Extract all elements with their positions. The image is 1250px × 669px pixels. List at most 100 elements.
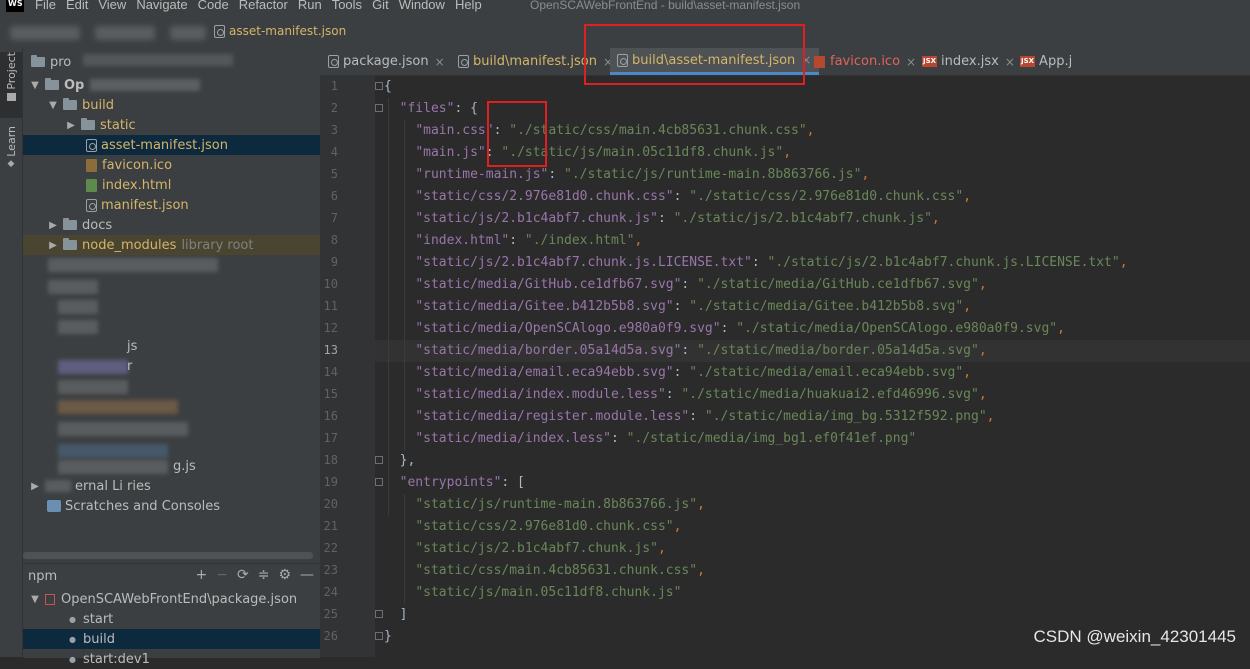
tree-row-manifest[interactable]: manifest.json	[23, 195, 320, 215]
line-number: 7	[330, 211, 338, 225]
line-number: 12	[323, 321, 338, 335]
tool-window-strip: Project Learn ◆	[0, 48, 23, 657]
tab-index-jsx[interactable]: JSX index.jsx ×	[922, 48, 1015, 75]
chevron-right-icon[interactable]: ▶	[65, 120, 77, 131]
gear-icon[interactable]: ⚙	[278, 567, 291, 583]
collapse-icon[interactable]: ≑	[258, 567, 270, 583]
menu-edit[interactable]: Edit	[66, 0, 88, 13]
tab-label: App.j	[1039, 54, 1073, 69]
npm-script-start[interactable]: ● start	[23, 609, 320, 629]
npm-script-label: start:dev1	[82, 651, 150, 667]
project-tool-tab[interactable]: Project	[0, 52, 22, 118]
npm-script-start-dev1[interactable]: ● start:dev1	[23, 649, 320, 669]
menu-file[interactable]: File	[35, 0, 56, 13]
tab-app-jsx[interactable]: JSX App.j	[1020, 48, 1072, 75]
close-icon[interactable]: ×	[435, 55, 445, 69]
close-icon[interactable]: ×	[1005, 55, 1015, 69]
menu-code[interactable]: Code	[198, 0, 229, 13]
tab-favicon[interactable]: favicon.ico ×	[814, 48, 916, 75]
tree-label: index.html	[102, 177, 172, 193]
project-horizontal-scrollbar[interactable]	[23, 552, 313, 559]
line-number: 2	[330, 101, 338, 115]
menu-bar: WS File Edit View Navigate Code Refactor…	[0, 0, 1250, 14]
tree-label: favicon.ico	[102, 157, 173, 173]
tree-label: asset-manifest.json	[101, 137, 228, 153]
tree-row-scratches[interactable]: Scratches and Consoles	[23, 496, 320, 516]
fold-marker-icon[interactable]	[375, 456, 383, 464]
chevron-right-icon[interactable]: ▶	[47, 220, 59, 231]
tree-row-js[interactable]: js	[127, 336, 187, 356]
npm-package-row[interactable]: ▼ OpenSCAWebFrontEnd\package.json	[23, 589, 320, 609]
code-line: "static/media/border.05a14d5a.svg": "./s…	[384, 340, 986, 362]
tree-row-node-modules[interactable]: ▶ node_modules library root	[23, 235, 320, 255]
code-token: "static/js/2.b1c4abf7.chunk.js"	[415, 211, 658, 226]
tree-row-asset-manifest[interactable]: asset-manifest.json	[23, 135, 320, 155]
tab-label: build\manifest.json	[473, 54, 597, 69]
tree-label: node_modules	[82, 237, 177, 253]
tree-row-g-js[interactable]: g.js	[173, 456, 233, 476]
jsx-file-icon: JSX	[922, 56, 938, 67]
code-token: ,	[697, 563, 705, 578]
line-number: 16	[323, 409, 338, 423]
fold-marker-icon[interactable]	[375, 82, 383, 90]
tree-row-docs[interactable]: ▶ docs	[23, 215, 320, 235]
code-line: "static/js/main.05c11df8.chunk.js"	[384, 582, 681, 604]
menu-git[interactable]: Git	[372, 0, 389, 13]
menu-navigate[interactable]: Navigate	[136, 0, 187, 13]
add-icon[interactable]: +	[196, 567, 208, 583]
menu-view[interactable]: View	[98, 0, 126, 13]
menu-refactor[interactable]: Refactor	[239, 0, 288, 13]
tab-package-json[interactable]: package.json ×	[328, 48, 445, 75]
fold-marker-icon[interactable]	[375, 632, 383, 640]
remove-icon[interactable]: −	[216, 567, 228, 583]
npm-package-icon	[45, 593, 55, 605]
chevron-down-icon[interactable]: ▼	[47, 100, 59, 111]
code-token: :	[689, 409, 705, 424]
tree-row-favicon[interactable]: favicon.ico	[23, 155, 320, 175]
tree-row-build[interactable]: ▼ build	[23, 95, 320, 115]
code-token: "runtime-main.js"	[415, 167, 549, 182]
line-number: 17	[323, 431, 338, 445]
json-file-icon	[86, 138, 97, 152]
code-token: "./static/media/border.05a14d5a.svg"	[697, 343, 979, 358]
code-token: "./static/media/huakuai2.efd46996.svg"	[681, 387, 979, 402]
menu-run[interactable]: Run	[298, 0, 322, 13]
breadcrumb-file[interactable]: asset-manifest.json	[229, 24, 346, 38]
chevron-right-icon[interactable]: ▶	[47, 240, 59, 251]
tree-row-external-libraries[interactable]: ▶ ernal Li ries	[23, 476, 320, 496]
menu-tools[interactable]: Tools	[332, 0, 362, 13]
tree-row-static[interactable]: ▶ static	[23, 115, 320, 135]
tree-row-index-html[interactable]: index.html	[23, 175, 320, 195]
blurred-area	[58, 360, 128, 374]
tree-row-root-pro[interactable]: pro	[23, 52, 320, 72]
minimize-icon[interactable]: —	[300, 567, 314, 583]
chevron-right-icon[interactable]: ▶	[29, 481, 41, 492]
chevron-down-icon[interactable]: ▼	[29, 594, 41, 605]
npm-script-build[interactable]: ● build	[23, 629, 320, 649]
menu-help[interactable]: Help	[455, 0, 482, 13]
learn-tool-tab[interactable]: Learn ◆	[0, 126, 22, 178]
chevron-down-icon[interactable]: ▼	[29, 80, 41, 91]
tree-row-r[interactable]: r	[127, 356, 187, 376]
tab-label: favicon.ico	[830, 54, 901, 69]
code-token: :	[509, 233, 525, 248]
breadcrumb[interactable]: asset-manifest.json	[214, 24, 346, 38]
menu-window[interactable]: Window	[399, 0, 445, 13]
close-icon[interactable]: ×	[906, 55, 916, 69]
line-number: 14	[323, 365, 338, 379]
code-token: "./static/css/main.4cb85631.chunk.css"	[509, 123, 807, 138]
code-token: "./static/media/GitHub.ce1dfb67.svg"	[697, 277, 979, 292]
fold-marker-icon[interactable]	[375, 104, 383, 112]
blurred-area	[90, 79, 201, 91]
npm-header: npm + − ⟳ ≑ ⚙ —	[23, 564, 320, 588]
fold-marker-icon[interactable]	[375, 478, 383, 486]
refresh-icon[interactable]: ⟳	[237, 567, 249, 583]
tree-row-root[interactable]: ▼ Op	[23, 75, 320, 95]
fold-marker-icon[interactable]	[375, 610, 383, 618]
